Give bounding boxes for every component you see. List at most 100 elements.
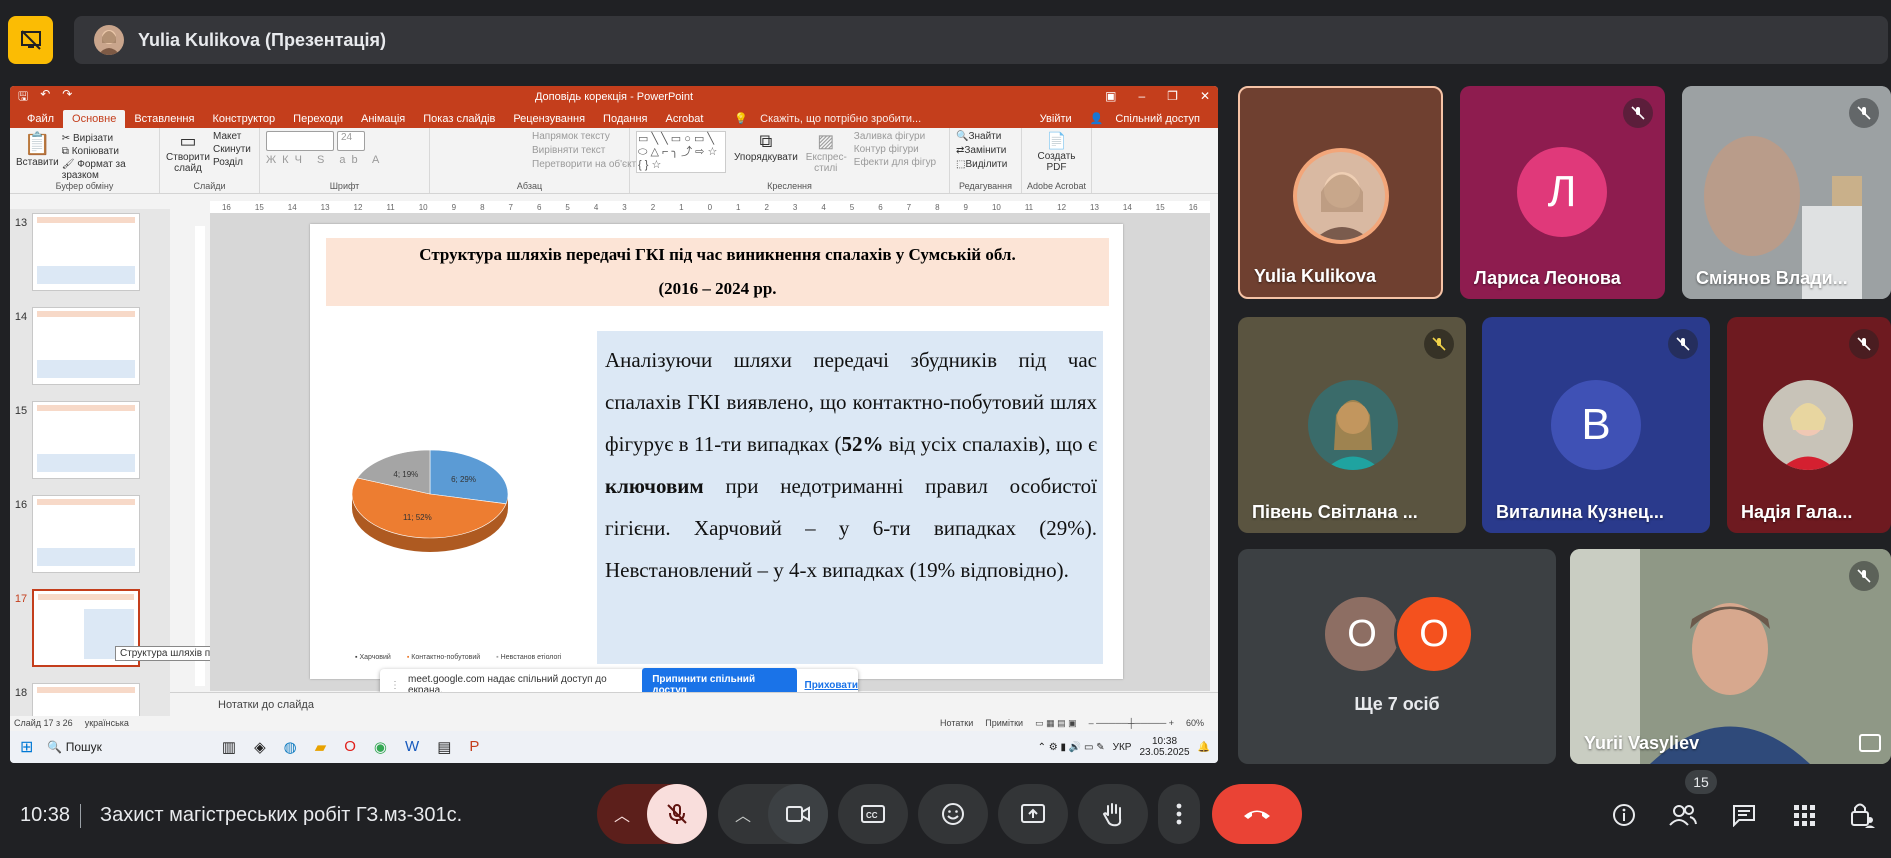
windows-start-icon[interactable]: ⊞ [20, 737, 33, 757]
host-controls-button[interactable] [1845, 798, 1879, 832]
participant-tile[interactable]: Надія Гала... [1727, 317, 1891, 533]
shape-fill-button[interactable]: Заливка фігури [854, 131, 936, 142]
create-pdf-button[interactable]: 📄 Создать PDF [1028, 131, 1085, 173]
layout-button[interactable]: Макет [213, 131, 251, 142]
slide-thumb-18[interactable]: 18 [10, 683, 170, 719]
more-participants-tile[interactable]: О О Ще 7 осіб [1238, 549, 1556, 764]
hide-notice-link[interactable]: Приховати [805, 680, 859, 691]
ribbon-tab[interactable]: Конструктор [203, 110, 284, 128]
present-screen-button[interactable] [998, 784, 1068, 844]
notes-toggle[interactable]: Нотатки [940, 718, 973, 728]
emoji-reactions-button[interactable] [918, 784, 988, 844]
select-button[interactable]: ⬚Виділити [956, 159, 1015, 170]
comments-toggle[interactable]: Примітки [985, 718, 1023, 728]
participant-tile[interactable]: Сміянов Влади... [1682, 86, 1891, 299]
share-button[interactable]: 👤 Спільний доступ [1081, 109, 1218, 128]
slide-thumb-13[interactable]: 13 [10, 213, 170, 291]
signin-link[interactable]: Увійти [1031, 110, 1081, 128]
maximize-icon[interactable]: ❐ [1167, 89, 1178, 103]
video-options-chevron-icon[interactable]: ︿ [718, 784, 768, 844]
ribbon-tab[interactable]: Анімація [352, 110, 414, 128]
word-icon[interactable]: W [405, 738, 419, 756]
view-buttons[interactable]: ▭ ▦ ▤ ▣ [1035, 718, 1077, 729]
thumbnail[interactable] [32, 683, 140, 719]
participant-tile[interactable]: В Виталина Кузнец... [1482, 317, 1710, 533]
shape-effects-button[interactable]: Ефекти для фігур [854, 157, 936, 168]
opera-icon[interactable]: O [344, 738, 356, 756]
edge-icon[interactable]: ◍ [284, 738, 297, 756]
app-icon[interactable]: ▤ [437, 738, 451, 756]
participant-tile[interactable]: Півень Світлана ... [1238, 317, 1466, 533]
activities-button[interactable] [1787, 798, 1821, 832]
align-text-button[interactable]: Вирівняти текст [436, 145, 623, 156]
more-options-button[interactable] [1158, 784, 1200, 844]
taskbar-search[interactable]: 🔍 Пошук [47, 740, 101, 754]
slide-title[interactable]: Структура шляхів передачі ГКІ під час ви… [326, 238, 1109, 306]
slide-thumb-15[interactable]: 15 [10, 401, 170, 479]
slide-thumbnails-panel[interactable]: 13 14 15 16 17 18 [10, 209, 170, 719]
section-button[interactable]: Розділ [213, 157, 251, 168]
audio-options-chevron-icon[interactable]: ︿ [597, 784, 647, 844]
convert-smartart-button[interactable]: Перетворити на об'єкт SmartArt [436, 159, 678, 170]
leave-call-button[interactable] [1212, 784, 1302, 844]
ribbon-tab[interactable]: Показ слайдів [414, 110, 504, 128]
format-painter-button[interactable]: 🖌 Формат за зразком [62, 159, 153, 181]
ribbon-tab[interactable]: Подання [594, 110, 656, 128]
copilot-icon[interactable]: ◈ [254, 738, 266, 756]
presentation-toggle-button[interactable] [8, 16, 53, 64]
ribbon-tab[interactable]: Файл [18, 110, 63, 128]
thumbnail[interactable] [32, 401, 140, 479]
slide-thumb-16[interactable]: 16 [10, 495, 170, 573]
ribbon-display-icon[interactable]: ▣ [1105, 89, 1116, 103]
ribbon-tab[interactable]: Переходи [284, 110, 352, 128]
shape-outline-button[interactable]: Контур фігури [854, 144, 936, 155]
input-language[interactable]: УКР [1113, 742, 1132, 753]
minimize-icon[interactable]: – [1138, 89, 1145, 103]
people-button[interactable] [1666, 798, 1700, 832]
zoom-slider[interactable]: – ─────┼───── + [1089, 718, 1174, 728]
text-direction-button[interactable]: Напрямок тексту [436, 131, 623, 142]
chat-button[interactable] [1727, 798, 1761, 832]
chrome-icon[interactable]: ◉ [374, 738, 387, 756]
ribbon-tab[interactable]: Основне [63, 110, 126, 128]
notifications-icon[interactable]: 🔔 [1198, 742, 1210, 753]
font-format-buttons[interactable]: ЖКЧ S ab A [266, 154, 423, 166]
font-name-box[interactable] [266, 131, 334, 151]
notes-bar[interactable]: Нотатки до слайда [170, 692, 1218, 714]
reset-button[interactable]: Скинути [213, 144, 251, 155]
pip-icon[interactable] [1859, 734, 1881, 752]
thumbnail[interactable] [32, 213, 140, 291]
ribbon-tab[interactable]: Acrobat [656, 110, 712, 128]
replace-button[interactable]: ⇄Замінити [956, 145, 1015, 156]
find-button[interactable]: 🔍Знайти [956, 131, 1015, 142]
thumbnail[interactable] [32, 495, 140, 573]
language-indicator[interactable]: українська [85, 718, 129, 728]
powerpoint-icon[interactable]: P [469, 738, 479, 756]
search-ribbon[interactable]: 💡 Скажіть, що потрібно зробити... [725, 110, 939, 128]
task-view-icon[interactable]: ▥ [222, 738, 236, 756]
ribbon-tab[interactable]: Рецензування [504, 110, 594, 128]
camera-button[interactable] [768, 784, 828, 844]
clock[interactable]: 10:38 23.05.2025 [1139, 736, 1189, 758]
microphone-off-button[interactable] [647, 784, 707, 844]
close-icon[interactable]: ✕ [1200, 89, 1210, 103]
participant-tile[interactable]: Yulia Kulikova [1238, 86, 1443, 299]
thumbnail[interactable] [32, 307, 140, 385]
meeting-info-button[interactable] [1607, 798, 1641, 832]
pie-chart[interactable]: 6; 29% 11; 52% 4; 19% [330, 424, 530, 584]
tray-icons[interactable]: ⌃ ⚙ ▮ 🔊 ▭ ✎ [1038, 742, 1105, 753]
raise-hand-button[interactable] [1078, 784, 1148, 844]
participant-tile[interactable]: Yurii Vasyliev [1570, 549, 1891, 764]
participant-tile[interactable]: Л Лариса Леонова [1460, 86, 1665, 299]
file-explorer-icon[interactable]: ▰ [315, 738, 327, 756]
drag-handle-icon[interactable]: ⋮ [390, 680, 400, 691]
slide-body-text[interactable]: Аналізуючи шляхи передачі збудників під … [597, 331, 1103, 664]
copy-button[interactable]: ⧉ Копіювати [62, 146, 153, 157]
ribbon-tab[interactable]: Вставлення [125, 110, 203, 128]
font-size-box[interactable]: 24 [337, 131, 365, 151]
zoom-level[interactable]: 60% [1186, 718, 1204, 728]
shapes-gallery[interactable]: ▭ ╲ ╲ ▭ ○ ▭ ╲ ⬭ △ ⌐ ╮ ⤴ ⇨ ☆ { } ☆ [636, 131, 726, 173]
slide-thumb-14[interactable]: 14 [10, 307, 170, 385]
current-slide[interactable]: Структура шляхів передачі ГКІ під час ви… [310, 224, 1123, 679]
cut-button[interactable]: ✂ Вирізати [62, 133, 153, 144]
